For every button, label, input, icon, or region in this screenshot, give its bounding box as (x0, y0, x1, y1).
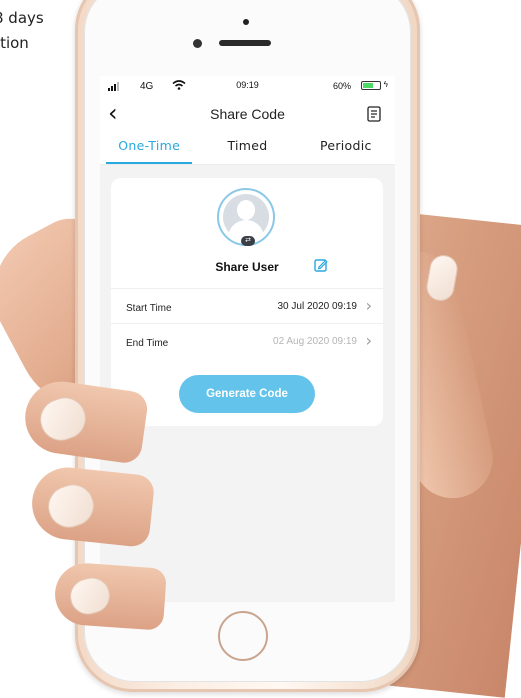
battery-percent: 60% (332, 81, 351, 91)
share-user-label: Share User (215, 260, 279, 274)
tab-timed[interactable]: Timed (198, 132, 296, 164)
end-time-row[interactable]: End Time 02 Aug 2020 09:19 › (111, 323, 383, 358)
edit-icon[interactable] (314, 258, 328, 272)
avatar[interactable]: ⇄ (217, 188, 275, 246)
earpiece-speaker (219, 40, 271, 46)
front-camera (193, 39, 202, 48)
camera-dot (243, 19, 249, 25)
end-time-value: 02 Aug 2020 09:19 (273, 336, 357, 347)
share-card: ⇄ Share User Start Time 30 Jul 2020 09:1… (111, 178, 383, 426)
chevron-right-icon: › (365, 296, 372, 315)
tab-one-time[interactable]: One-Time (100, 132, 198, 164)
bolt-icon: ϟ (383, 80, 388, 89)
home-button[interactable] (218, 611, 268, 661)
status-bar: 4G 09:19 60% ϟ (100, 76, 395, 96)
swap-badge-icon: ⇄ (241, 236, 255, 246)
page-title: Share Code (210, 106, 285, 122)
battery-icon (361, 81, 381, 90)
nav-bar: ‹ Share Code (100, 96, 395, 132)
start-time-label: Start Time (126, 303, 172, 314)
generate-code-button[interactable]: Generate Code (179, 375, 315, 413)
tab-bar: One-Time Timed Periodic (100, 132, 395, 165)
chevron-right-icon: › (365, 331, 372, 350)
user-avatar-icon (223, 194, 269, 240)
document-icon[interactable] (367, 106, 381, 122)
end-time-label: End Time (126, 338, 169, 349)
start-time-row[interactable]: Start Time 30 Jul 2020 09:19 › (111, 288, 383, 323)
tab-periodic[interactable]: Periodic (297, 132, 395, 164)
start-time-value: 30 Jul 2020 09:19 (277, 301, 357, 312)
